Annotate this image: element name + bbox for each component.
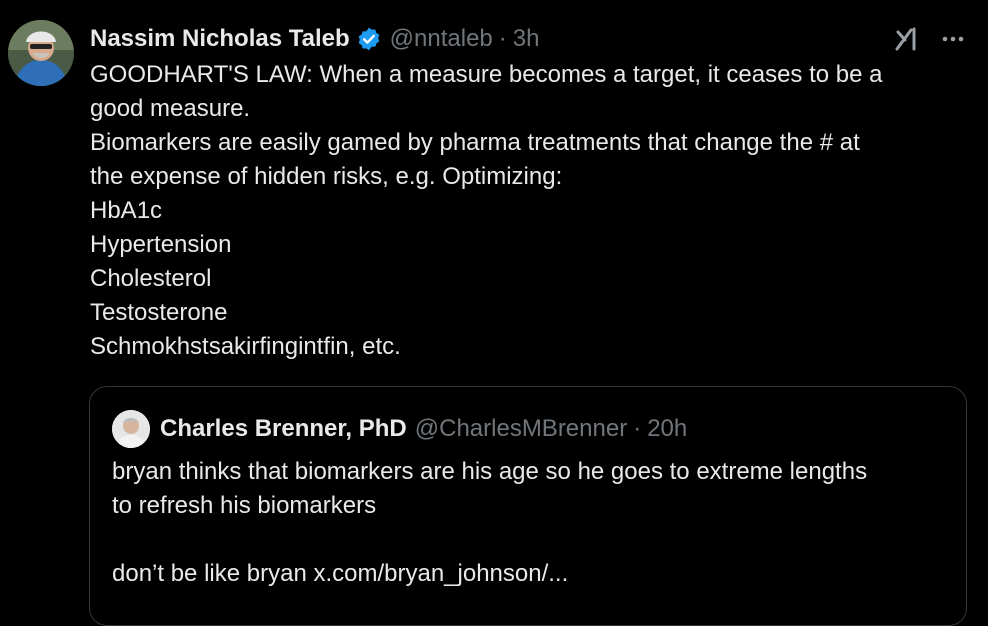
tweet-text-line: HbA1c — [90, 197, 163, 224]
tweet-text-line: the expense of hidden risks, e.g. Optimi… — [90, 163, 563, 190]
quoted-tweet-header: Charles Brenner, PhD @CharlesMBrenner · … — [112, 409, 687, 449]
header-separator: · — [498, 25, 507, 52]
verified-badge-icon — [356, 26, 382, 52]
author-name[interactable]: Nassim Nicholas Taleb — [90, 25, 350, 53]
tweet-actions-top — [892, 24, 966, 54]
quoted-text-line — [112, 523, 952, 557]
grok-icon[interactable] — [892, 24, 922, 54]
quoted-text-line[interactable]: don’t be like bryan x.com/bryan_johnson/… — [112, 557, 952, 591]
tweet-text-line: Hypertension — [90, 231, 232, 258]
tweet-text-line: GOODHART'S LAW: When a measure becomes a… — [90, 61, 883, 88]
quoted-text-line: to refresh his biomarkers — [112, 492, 377, 519]
tweet-header: Nassim Nicholas Taleb @nntaleb · 3h — [90, 22, 539, 56]
author-handle[interactable]: @nntaleb — [390, 25, 493, 53]
tweet-text-line: Schmokhstsakirfingintfin, etc. — [90, 333, 401, 360]
tweet[interactable]: Nassim Nicholas Taleb @nntaleb · 3h GOOD… — [0, 0, 988, 626]
quoted-text-line: bryan thinks that biomarkers are his age… — [112, 458, 868, 485]
tweet-text-line: Biomarkers are easily gamed by pharma tr… — [90, 129, 860, 156]
author-avatar[interactable] — [8, 20, 74, 86]
tweet-timestamp[interactable]: 3h — [513, 25, 540, 53]
tweet-text-line: good measure. — [90, 95, 251, 122]
tweet-text: GOODHART'S LAW: When a measure becomes a… — [90, 58, 960, 364]
tweet-text-line: Cholesterol — [90, 265, 212, 292]
quoted-author-name[interactable]: Charles Brenner, PhD — [160, 415, 407, 443]
quoted-tweet-timestamp[interactable]: 20h — [647, 415, 687, 443]
quoted-header-separator: · — [633, 415, 642, 442]
quoted-author-avatar[interactable] — [112, 410, 150, 448]
quoted-tweet-text: bryan thinks that biomarkers are his age… — [112, 455, 952, 591]
more-options-icon[interactable] — [940, 26, 966, 52]
tweet-text-line: Testosterone — [90, 299, 228, 326]
quoted-tweet[interactable]: Charles Brenner, PhD @CharlesMBrenner · … — [89, 386, 967, 626]
quoted-author-handle[interactable]: @CharlesMBrenner — [415, 415, 627, 443]
